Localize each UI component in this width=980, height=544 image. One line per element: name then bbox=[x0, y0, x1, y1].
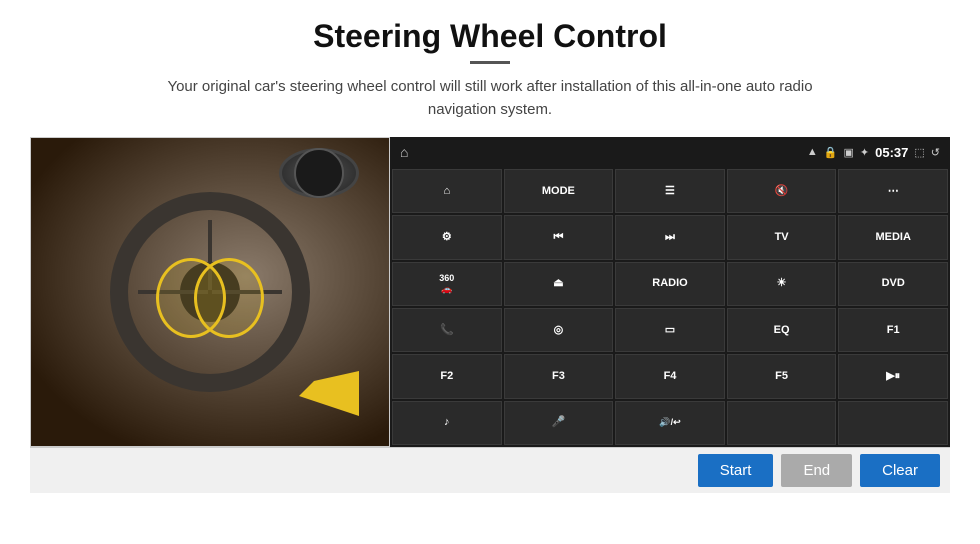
clear-button[interactable]: Clear bbox=[860, 454, 940, 487]
arrow-indicator bbox=[289, 361, 369, 426]
screen-icon: ⬚ bbox=[914, 146, 924, 159]
btn-music[interactable]: ♪ bbox=[392, 401, 502, 445]
btn-home[interactable]: ⌂ bbox=[392, 169, 502, 213]
btn-empty2 bbox=[838, 401, 948, 445]
home-status-icon: ⌂ bbox=[400, 144, 408, 160]
back-icon: ↺ bbox=[931, 146, 940, 159]
steering-wheel-image bbox=[30, 137, 390, 447]
btn-f2[interactable]: F2 bbox=[392, 354, 502, 398]
wifi-icon: ▲ bbox=[807, 146, 818, 158]
btn-settings[interactable]: ⚙ bbox=[392, 215, 502, 259]
end-button[interactable]: End bbox=[781, 454, 852, 487]
btn-screen[interactable]: ▭ bbox=[615, 308, 725, 352]
btn-radio[interactable]: RADIO bbox=[615, 262, 725, 306]
sim-icon: ▣ bbox=[844, 146, 854, 159]
btn-360[interactable]: 360🚗 bbox=[392, 262, 502, 306]
btn-eq[interactable]: EQ bbox=[727, 308, 837, 352]
btn-empty1 bbox=[727, 401, 837, 445]
wheel-ring bbox=[110, 192, 310, 392]
page-title: Steering Wheel Control bbox=[313, 18, 667, 55]
page-subtitle: Your original car's steering wheel contr… bbox=[140, 76, 840, 121]
status-time: 05:37 bbox=[875, 145, 908, 160]
btn-next[interactable]: ⏭ bbox=[615, 215, 725, 259]
btn-brightness[interactable]: ☀ bbox=[727, 262, 837, 306]
control-panel: ⌂ ▲ 🔒 ▣ ✦ 05:37 ⬚ ↺ ⌂ MODE ☰ 🔇 bbox=[390, 137, 950, 447]
title-divider bbox=[470, 61, 510, 64]
btn-mode[interactable]: MODE bbox=[504, 169, 614, 213]
btn-prev[interactable]: ⏮ bbox=[504, 215, 614, 259]
right-button-highlight bbox=[194, 258, 264, 338]
control-grid: ⌂ MODE ☰ 🔇 ⋯ ⚙ ⏮ ⏭ TV MEDIA 360🚗 ⏏ RADIO… bbox=[390, 167, 950, 447]
btn-playpause[interactable]: ▶⏸ bbox=[838, 354, 948, 398]
btn-f3[interactable]: F3 bbox=[504, 354, 614, 398]
status-left-icons: ⌂ bbox=[400, 144, 408, 160]
bottom-bar: Start End Clear bbox=[30, 447, 950, 493]
btn-dvd[interactable]: DVD bbox=[838, 262, 948, 306]
btn-call[interactable]: 🔊/↩ bbox=[615, 401, 725, 445]
page-container: Steering Wheel Control Your original car… bbox=[0, 0, 980, 544]
status-bar: ⌂ ▲ 🔒 ▣ ✦ 05:37 ⬚ ↺ bbox=[390, 137, 950, 167]
lock-icon: 🔒 bbox=[824, 146, 838, 159]
btn-mute[interactable]: 🔇 bbox=[727, 169, 837, 213]
btn-phone[interactable]: 📞 bbox=[392, 308, 502, 352]
btn-f5[interactable]: F5 bbox=[727, 354, 837, 398]
btn-list[interactable]: ☰ bbox=[615, 169, 725, 213]
btn-eject[interactable]: ⏏ bbox=[504, 262, 614, 306]
steering-bg bbox=[31, 138, 389, 446]
btn-media[interactable]: MEDIA bbox=[838, 215, 948, 259]
bt-icon: ✦ bbox=[860, 146, 869, 159]
content-row: ⌂ ▲ 🔒 ▣ ✦ 05:37 ⬚ ↺ ⌂ MODE ☰ 🔇 bbox=[30, 137, 950, 447]
btn-f1[interactable]: F1 bbox=[838, 308, 948, 352]
btn-f4[interactable]: F4 bbox=[615, 354, 725, 398]
btn-tv[interactable]: TV bbox=[727, 215, 837, 259]
speedometer bbox=[279, 148, 359, 198]
btn-apps[interactable]: ⋯ bbox=[838, 169, 948, 213]
start-button[interactable]: Start bbox=[698, 454, 774, 487]
btn-mic[interactable]: 🎤 bbox=[504, 401, 614, 445]
btn-nav[interactable]: ◎ bbox=[504, 308, 614, 352]
status-right-icons: ▲ 🔒 ▣ ✦ 05:37 ⬚ ↺ bbox=[807, 145, 940, 160]
